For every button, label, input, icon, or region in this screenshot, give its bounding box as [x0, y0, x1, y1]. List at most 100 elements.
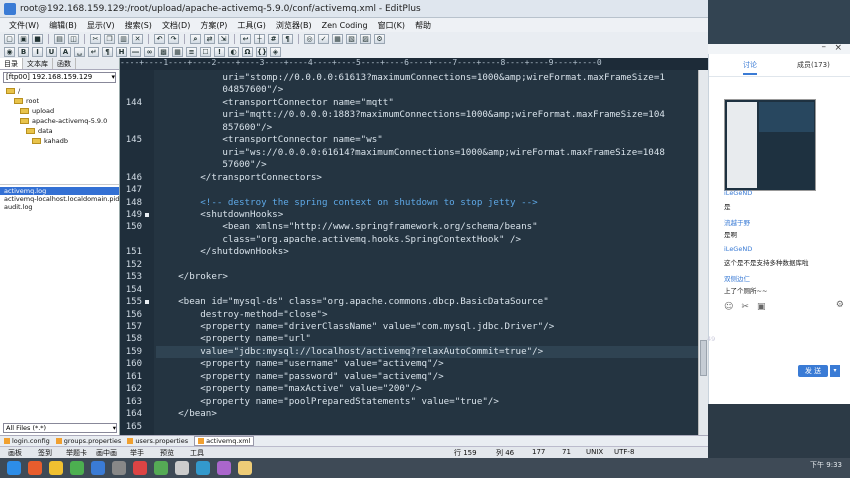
toolbar-item-preview[interactable]: 预览: [160, 448, 174, 458]
code-line[interactable]: </bean>: [156, 408, 217, 420]
redo-icon[interactable]: ↷: [168, 33, 179, 44]
chevron-down-icon[interactable]: ▾: [830, 365, 840, 377]
tab-functions[interactable]: 函数: [53, 58, 76, 69]
code-line[interactable]: <bean id="mysql-ds" class="org.apache.co…: [156, 296, 549, 308]
break-icon[interactable]: ↵: [88, 46, 99, 57]
list-icon[interactable]: ≡: [186, 46, 197, 57]
code-line[interactable]: <bean xmlns="http://www.springframework.…: [156, 221, 537, 233]
editor-icon[interactable]: [91, 461, 105, 475]
fold-marker-icon[interactable]: [145, 300, 149, 305]
char-icon[interactable]: Ω: [242, 46, 253, 57]
line-number-icon[interactable]: #: [268, 33, 279, 44]
menu-item[interactable]: 文件(W): [4, 20, 44, 31]
fullscreen-icon[interactable]: ▨: [360, 33, 371, 44]
new-file-icon[interactable]: ▢: [4, 33, 15, 44]
browser-icon[interactable]: ◎: [304, 33, 315, 44]
comment-icon[interactable]: !: [214, 46, 225, 57]
menu-item[interactable]: 工具(G): [232, 20, 270, 31]
location-select[interactable]: [ftp00] 192.168.159.129 ▾: [3, 72, 116, 83]
heading-icon[interactable]: H: [116, 46, 127, 57]
scissors-icon[interactable]: ✂: [741, 302, 749, 312]
file-filter-select[interactable]: All Files (*.*) ▾: [3, 423, 117, 433]
toolbar-item-draw[interactable]: 画板: [8, 448, 22, 458]
document-tab[interactable]: users.properties: [127, 437, 188, 445]
code-line[interactable]: <shutdownHooks>: [156, 209, 283, 221]
browser-icon[interactable]: [70, 461, 84, 475]
code-line[interactable]: </shutdownHooks>: [156, 246, 289, 258]
code-line[interactable]: <!-- destroy the spring context on shutd…: [156, 197, 537, 209]
tab-cliptext[interactable]: 文本库: [23, 58, 53, 69]
menu-item[interactable]: 搜索(S): [120, 20, 157, 31]
tab-members[interactable]: 成员(173): [797, 60, 830, 70]
undo-icon[interactable]: ↶: [154, 33, 165, 44]
send-button[interactable]: 发 送: [798, 365, 828, 377]
bold-icon[interactable]: B: [18, 46, 29, 57]
find-icon[interactable]: ⌕: [190, 33, 201, 44]
code-line[interactable]: <transportConnector name="ws": [156, 134, 382, 146]
app-icon[interactable]: [154, 461, 168, 475]
whitespace-icon[interactable]: ¶: [282, 33, 293, 44]
directory-icon[interactable]: ▦: [332, 33, 343, 44]
app-icon[interactable]: [28, 461, 42, 475]
code-line[interactable]: <property name="driverClassName" value="…: [156, 321, 554, 333]
shared-screenshot-image[interactable]: [724, 99, 816, 191]
delete-icon[interactable]: ✕: [132, 33, 143, 44]
code-line[interactable]: destroy-method="close">: [156, 309, 327, 321]
document-tab[interactable]: login.config: [4, 437, 50, 445]
cliptext-icon[interactable]: ▧: [346, 33, 357, 44]
tree-item-root-slash[interactable]: /: [6, 87, 20, 95]
tree-item-kahadb[interactable]: kahadb: [32, 137, 68, 145]
code-line[interactable]: <transportConnector name="mqtt": [156, 97, 393, 109]
print-preview-icon[interactable]: ◫: [68, 33, 79, 44]
settings-icon[interactable]: ⚙: [374, 33, 385, 44]
file-item[interactable]: audit.log: [0, 203, 119, 211]
image-icon[interactable]: ▣: [757, 302, 766, 312]
start-icon[interactable]: [7, 461, 21, 475]
code-line[interactable]: <property name="poolPreparedStatements" …: [156, 396, 499, 408]
scrollbar-thumb[interactable]: [700, 340, 707, 376]
code-line[interactable]: <property name="url": [156, 333, 311, 345]
italic-icon[interactable]: I: [32, 46, 43, 57]
paste-icon[interactable]: ▥: [118, 33, 129, 44]
tree-item-root[interactable]: root: [14, 97, 39, 105]
link-icon[interactable]: ∞: [144, 46, 155, 57]
form-icon[interactable]: ☐: [200, 46, 211, 57]
vertical-scrollbar[interactable]: [698, 70, 708, 435]
terminal-icon[interactable]: [112, 461, 126, 475]
toolbar-item-pip[interactable]: 画中画: [96, 448, 117, 458]
preview-icon[interactable]: ◈: [270, 46, 281, 57]
hr-icon[interactable]: ―: [130, 46, 141, 57]
app-icon[interactable]: [217, 461, 231, 475]
cut-icon[interactable]: ✂: [90, 33, 101, 44]
toolbar-item-tools[interactable]: 工具: [190, 448, 204, 458]
menu-item[interactable]: 文档(D): [157, 20, 195, 31]
menu-item[interactable]: 帮助: [410, 20, 436, 31]
app-icon[interactable]: [238, 461, 252, 475]
menu-item[interactable]: 浏览器(B): [271, 20, 317, 31]
gear-icon[interactable]: ⚙: [836, 300, 844, 310]
file-item[interactable]: activemq-localhost.localdomain.pid: [0, 195, 119, 203]
copy-icon[interactable]: ❐: [104, 33, 115, 44]
toolbar-item-raise-hand[interactable]: 举手: [130, 448, 144, 458]
table-icon[interactable]: ▦: [172, 46, 183, 57]
document-tab[interactable]: activemq.xml: [194, 436, 255, 446]
app-icon[interactable]: [133, 461, 147, 475]
tree-item-activemq[interactable]: apache-activemq-5.9.0: [20, 117, 107, 125]
save-icon[interactable]: ■: [32, 33, 43, 44]
replace-icon[interactable]: ⇄: [204, 33, 215, 44]
image-icon[interactable]: ▩: [158, 46, 169, 57]
code-line[interactable]: 04857600"/>: [156, 84, 283, 96]
fold-marker-icon[interactable]: [145, 212, 149, 217]
code-editor[interactable]: uri="stomp://0.0.0.0:61613?maximumConnec…: [154, 70, 700, 435]
script-icon[interactable]: {}: [256, 46, 267, 57]
code-line[interactable]: <property name="maxActive" value="200"/>: [156, 383, 421, 395]
code-line[interactable]: 57600"/>: [156, 159, 266, 171]
app-icon[interactable]: [196, 461, 210, 475]
code-line[interactable]: uri="ws://0.0.0.0:61614?maximumConnectio…: [156, 147, 665, 159]
color-icon[interactable]: ◐: [228, 46, 239, 57]
spellcheck-icon[interactable]: ✓: [318, 33, 329, 44]
menu-item[interactable]: 编辑(B): [44, 20, 82, 31]
folder-icon[interactable]: [49, 461, 63, 475]
open-file-icon[interactable]: ▣: [18, 33, 29, 44]
code-line[interactable]: uri="mqtt://0.0.0.0:1883?maximumConnecti…: [156, 109, 665, 121]
